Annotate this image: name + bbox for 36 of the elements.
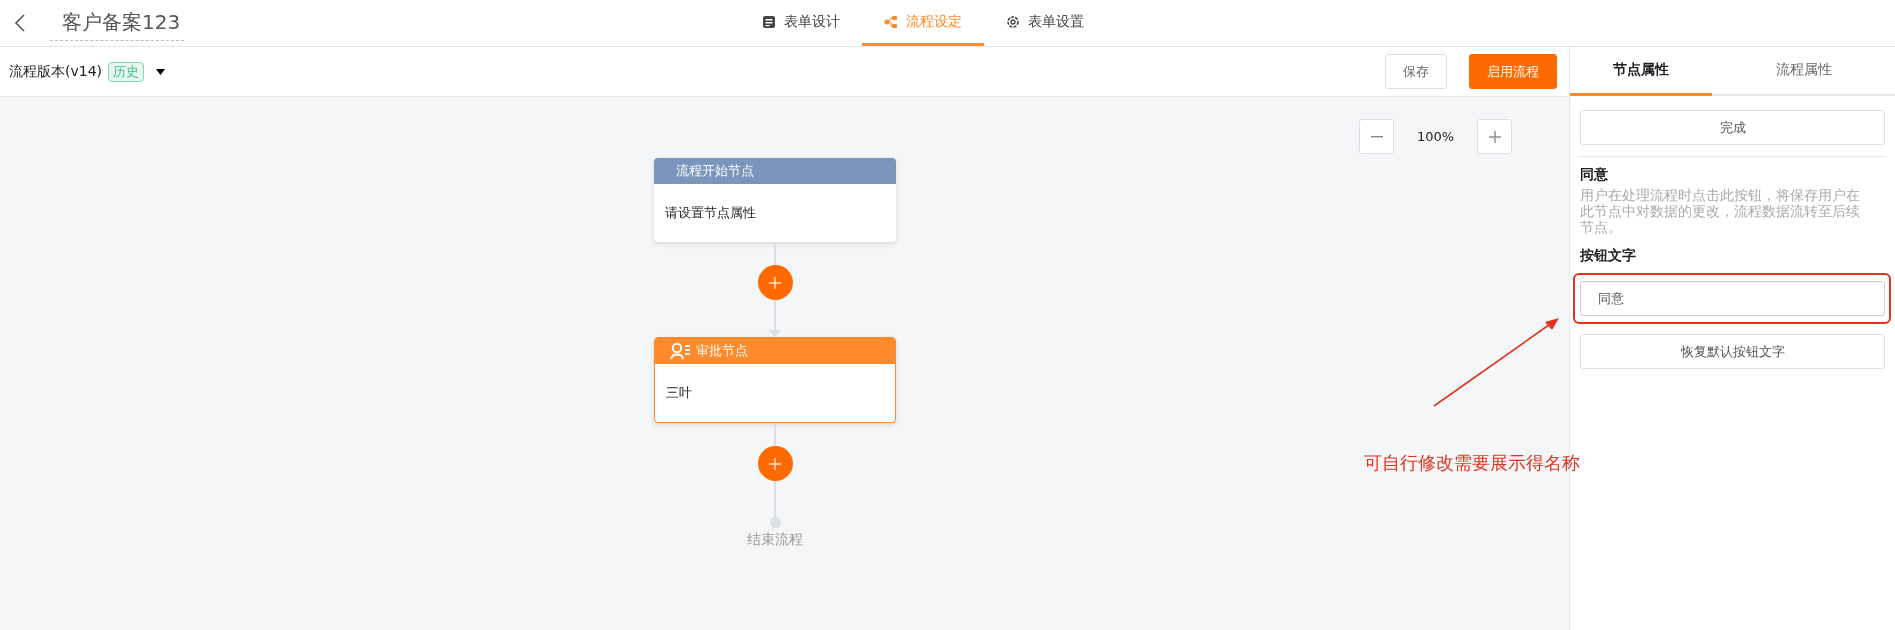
panel-tab[interactable]: 节点属性 <box>1570 47 1712 96</box>
nav-tab[interactable]: 表单设计 <box>740 0 862 46</box>
nav-tab[interactable]: 表单设置 <box>984 0 1106 46</box>
back-icon[interactable] <box>14 13 26 33</box>
flow-node[interactable]: 流程开始节点 请设置节点属性 <box>654 158 896 242</box>
history-tag: 历史 <box>108 61 145 82</box>
plus-icon <box>769 276 781 289</box>
form-title[interactable]: 客户备案123 <box>50 9 185 41</box>
button-text-field[interactable]: 同意 <box>1580 281 1885 316</box>
field-label: 按钮文字 <box>1580 247 1637 265</box>
node-title: 审批节点 <box>696 342 748 360</box>
panel-tab[interactable]: 流程属性 <box>1712 47 1895 96</box>
node-title: 流程开始节点 <box>676 162 754 180</box>
minus-icon <box>1370 135 1383 138</box>
plus-icon <box>769 457 781 470</box>
add-node-button[interactable] <box>757 446 793 481</box>
settings-icon <box>1006 14 1020 29</box>
save-button[interactable]: 保存 <box>1385 54 1447 89</box>
plus-icon <box>1488 130 1501 143</box>
zoom-in-button[interactable] <box>1477 119 1512 154</box>
end-label: 结束流程 <box>747 531 803 549</box>
form-icon <box>762 14 776 29</box>
done-button[interactable]: 完成 <box>1580 110 1885 145</box>
annotation-text: 可自行修改需要展示得名称 <box>1364 451 1580 475</box>
approver-icon <box>670 342 692 360</box>
flow-node[interactable]: 审批节点 三叶 <box>654 337 896 423</box>
add-node-button[interactable] <box>757 265 793 300</box>
section-description: 用户在处理流程时点击此按钮，将保存用户在此节点中对数据的更改，流程数据流转至后续节点。 <box>1580 187 1861 235</box>
flow-icon <box>884 14 898 29</box>
node-content: 请设置节点属性 <box>665 204 756 222</box>
section-heading: 同意 <box>1580 166 1609 184</box>
node-content: 三叶 <box>666 384 692 402</box>
zoom-level: 100% <box>1415 129 1456 144</box>
caret-icon[interactable] <box>156 68 166 75</box>
reset-button[interactable]: 恢复默认按钮文字 <box>1580 334 1885 369</box>
version-label: 流程版本(v14) <box>9 62 103 81</box>
